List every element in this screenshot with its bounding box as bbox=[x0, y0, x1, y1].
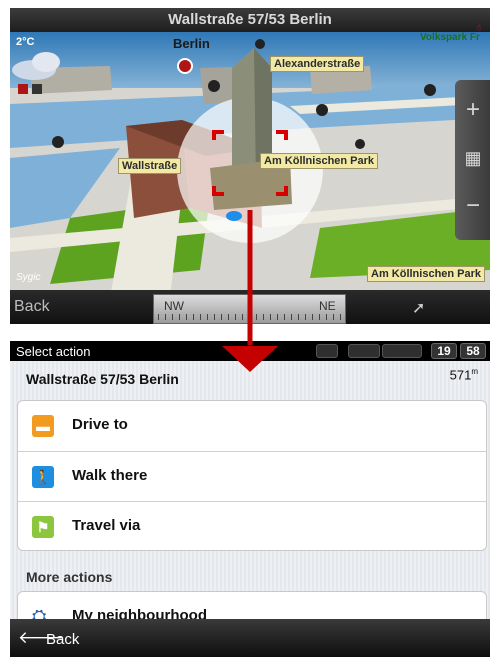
turn-arrow-icon[interactable]: ➚ bbox=[412, 298, 425, 318]
action-travel-via[interactable]: ⚑ Travel via bbox=[18, 501, 486, 551]
car-icon: ▬ bbox=[32, 415, 54, 437]
more-actions-heading: More actions bbox=[26, 569, 113, 585]
action-drive-to[interactable]: ▬ Drive to bbox=[18, 401, 486, 451]
street-label-am-koellnischen-park-2: Am Köllnischen Park bbox=[367, 266, 486, 282]
status-title: Select action bbox=[16, 344, 91, 359]
street-label-alexanderstrasse: Alexanderstraße bbox=[270, 56, 365, 72]
mic-icon bbox=[316, 344, 338, 358]
destination-address: Wallstraße 57/53 Berlin bbox=[26, 371, 179, 387]
distance-unit: m bbox=[471, 367, 478, 376]
action-label: Walk there bbox=[72, 467, 148, 484]
clock-hour: 19 bbox=[431, 343, 457, 359]
compass-nw-label: NW bbox=[164, 299, 184, 313]
grid-icon[interactable]: ▦ bbox=[455, 148, 490, 169]
park-label: Volkspark Fr bbox=[420, 32, 480, 43]
street-label-wallstrasse: Wallstraße bbox=[118, 158, 182, 174]
keyboard-icon bbox=[348, 344, 380, 358]
sygic-logo: Sygic bbox=[16, 272, 41, 283]
temperature-label: 2°C bbox=[16, 36, 35, 48]
gps-signal-icon bbox=[382, 344, 422, 358]
action-label: Travel via bbox=[72, 517, 141, 534]
action-label: Drive to bbox=[72, 416, 128, 433]
distance-value: 571 bbox=[449, 367, 472, 383]
action-list: ▬ Drive to 🚶 Walk there ⚑ Travel via bbox=[17, 400, 487, 551]
pedestrian-icon: 🚶 bbox=[32, 466, 54, 488]
menu-back-button[interactable]: Back bbox=[46, 631, 79, 648]
map-zoom-controls: + ▦ − bbox=[455, 80, 490, 240]
map-bottom-bar: Back NW NE ➚ bbox=[10, 290, 490, 324]
distance: 571m bbox=[450, 367, 478, 382]
flag-icon: ⚑ bbox=[32, 516, 54, 538]
street-label-am-koellnischen-park: Am Köllnischen Park bbox=[260, 153, 379, 169]
status-bar: Select action 19 58 bbox=[10, 341, 490, 361]
city-label: Berlin bbox=[173, 36, 210, 51]
clock-minute: 58 bbox=[460, 343, 486, 359]
select-action-screen: Select action 19 58 Wallstraße 57/53 Ber… bbox=[10, 341, 490, 657]
zoom-in-button[interactable]: + bbox=[455, 96, 490, 124]
zoom-out-button[interactable]: − bbox=[455, 192, 490, 220]
map-title: Wallstraße 57/53 Berlin bbox=[10, 8, 490, 32]
menu-bottom-bar: 🡐 Back bbox=[10, 619, 490, 657]
compass: NW NE bbox=[153, 294, 346, 324]
compass-ne-label: NE bbox=[319, 299, 336, 313]
map-back-button[interactable]: Back bbox=[14, 298, 50, 316]
map-screen: Wallstraße 57/53 Berlin ♁ 2°C Berlin Vol… bbox=[10, 8, 490, 324]
compass-ruler bbox=[158, 314, 341, 320]
action-walk-there[interactable]: 🚶 Walk there bbox=[18, 451, 486, 501]
